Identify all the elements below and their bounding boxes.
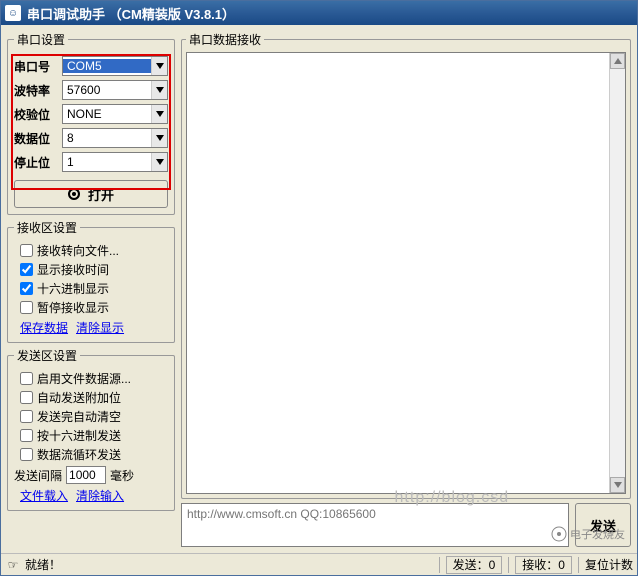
recv-settings-group: 接收区设置 接收转向文件... 显示接收时间 十六进制显示 暂停接收显示 xyxy=(7,219,175,343)
pause-recv-checkbox[interactable] xyxy=(20,301,33,314)
interval-unit: 毫秒 xyxy=(110,467,134,484)
main-content: 串口设置 串口号 COM5 波特率 57600 xyxy=(1,25,637,553)
send-row: 发送 xyxy=(181,503,631,547)
chevron-down-icon xyxy=(151,153,167,171)
send-settings-group: 发送区设置 启用文件数据源... 自动发送附加位 发送完自动清空 按十六进制发送 xyxy=(7,347,175,511)
port-value: COM5 xyxy=(63,59,151,73)
app-icon: ☺ xyxy=(5,5,21,21)
baud-value: 57600 xyxy=(63,83,151,97)
window-title: 串口调试助手 （CM精装版 V3.8.1） xyxy=(27,4,235,23)
send-links: 文件载入 清除输入 xyxy=(14,487,168,504)
stopbits-dropdown[interactable]: 1 xyxy=(62,152,168,172)
loop-send-label: 数据流循环发送 xyxy=(37,446,121,463)
recv-links: 保存数据 清除显示 xyxy=(14,319,168,336)
port-settings-group: 串口设置 串口号 COM5 波特率 57600 xyxy=(7,31,175,215)
hand-icon: ☞ xyxy=(5,557,21,573)
file-src-checkbox[interactable] xyxy=(20,372,33,385)
hex-display-checkbox[interactable] xyxy=(20,282,33,295)
recv-area-legend: 串口数据接收 xyxy=(186,31,264,48)
auto-append-checkbox[interactable] xyxy=(20,391,33,404)
status-bar: ☞ 就绪！ 发送： 0 接收： 0 复位计数 xyxy=(1,553,637,575)
left-panel: 串口设置 串口号 COM5 波特率 57600 xyxy=(7,31,175,547)
port-settings-legend: 串口设置 xyxy=(14,31,68,48)
recv-label: 接收： xyxy=(522,556,558,573)
file-src-label: 启用文件数据源... xyxy=(37,370,131,387)
interval-row: 发送间隔 毫秒 xyxy=(14,466,168,484)
open-button[interactable]: 打开 xyxy=(14,180,168,208)
baud-row: 波特率 57600 xyxy=(14,80,168,100)
send-button-label: 发送 xyxy=(590,519,616,534)
interval-label: 发送间隔 xyxy=(14,467,62,484)
chevron-down-icon xyxy=(151,105,167,123)
databits-dropdown[interactable]: 8 xyxy=(62,128,168,148)
hex-send-row: 按十六进制发送 xyxy=(14,427,168,444)
send-settings-legend: 发送区设置 xyxy=(14,347,80,364)
port-row: 串口号 COM5 xyxy=(14,56,168,76)
pause-recv-row: 暂停接收显示 xyxy=(14,299,168,316)
open-button-label: 打开 xyxy=(88,185,114,204)
recv-status: 接收： 0 xyxy=(515,556,572,574)
pause-recv-label: 暂停接收显示 xyxy=(37,299,109,316)
recv-value: 0 xyxy=(558,558,565,572)
baud-label: 波特率 xyxy=(14,82,58,99)
scroll-down-icon[interactable] xyxy=(610,477,625,493)
auto-clear-label: 发送完自动清空 xyxy=(37,408,121,425)
sent-label: 发送： xyxy=(453,556,489,573)
sent-value: 0 xyxy=(489,558,496,572)
chevron-down-icon xyxy=(151,57,167,75)
file-src-row: 启用文件数据源... xyxy=(14,370,168,387)
file-load-link[interactable]: 文件载入 xyxy=(20,487,68,504)
right-panel: 串口数据接收 发送 http://blog.csd xyxy=(181,31,631,547)
port-label: 串口号 xyxy=(14,58,58,75)
chevron-down-icon xyxy=(151,129,167,147)
baud-dropdown[interactable]: 57600 xyxy=(62,80,168,100)
clear-display-link[interactable]: 清除显示 xyxy=(76,319,124,336)
status-dot-icon xyxy=(68,188,80,200)
recv-area: 串口数据接收 xyxy=(181,31,631,499)
hex-display-row: 十六进制显示 xyxy=(14,280,168,297)
scroll-up-icon[interactable] xyxy=(610,53,625,69)
reset-counter-link[interactable]: 复位计数 xyxy=(585,556,633,573)
vertical-scrollbar[interactable] xyxy=(609,53,625,493)
send-button[interactable]: 发送 xyxy=(575,503,631,547)
hex-send-checkbox[interactable] xyxy=(20,429,33,442)
recv-textbox[interactable] xyxy=(186,52,626,494)
parity-row: 校验位 NONE xyxy=(14,104,168,124)
parity-value: NONE xyxy=(63,107,151,121)
send-textbox[interactable] xyxy=(181,503,569,547)
show-time-row: 显示接收时间 xyxy=(14,261,168,278)
recv-to-file-checkbox[interactable] xyxy=(20,244,33,257)
auto-clear-checkbox[interactable] xyxy=(20,410,33,423)
databits-value: 8 xyxy=(63,131,151,145)
chevron-down-icon xyxy=(151,81,167,99)
recv-settings-legend: 接收区设置 xyxy=(14,219,80,236)
loop-send-row: 数据流循环发送 xyxy=(14,446,168,463)
app-window: ☺ 串口调试助手 （CM精装版 V3.8.1） 串口设置 串口号 COM5 波特… xyxy=(0,0,638,576)
show-time-checkbox[interactable] xyxy=(20,263,33,276)
auto-clear-row: 发送完自动清空 xyxy=(14,408,168,425)
recv-to-file-row: 接收转向文件... xyxy=(14,242,168,259)
databits-label: 数据位 xyxy=(14,130,58,147)
stopbits-value: 1 xyxy=(63,155,151,169)
stopbits-row: 停止位 1 xyxy=(14,152,168,172)
loop-send-checkbox[interactable] xyxy=(20,448,33,461)
sent-status: 发送： 0 xyxy=(446,556,503,574)
auto-append-label: 自动发送附加位 xyxy=(37,389,121,406)
auto-append-row: 自动发送附加位 xyxy=(14,389,168,406)
save-data-link[interactable]: 保存数据 xyxy=(20,319,68,336)
recv-to-file-label: 接收转向文件... xyxy=(37,242,119,259)
hex-send-label: 按十六进制发送 xyxy=(37,427,121,444)
show-time-label: 显示接收时间 xyxy=(37,261,109,278)
recv-area-group: 串口数据接收 xyxy=(181,31,631,499)
parity-dropdown[interactable]: NONE xyxy=(62,104,168,124)
clear-input-link[interactable]: 清除输入 xyxy=(76,487,124,504)
parity-label: 校验位 xyxy=(14,106,58,123)
hex-display-label: 十六进制显示 xyxy=(37,280,109,297)
databits-row: 数据位 8 xyxy=(14,128,168,148)
port-dropdown[interactable]: COM5 xyxy=(62,56,168,76)
titlebar[interactable]: ☺ 串口调试助手 （CM精装版 V3.8.1） xyxy=(1,1,637,25)
stopbits-label: 停止位 xyxy=(14,154,58,171)
status-ready: 就绪！ xyxy=(25,556,61,573)
interval-input[interactable] xyxy=(66,466,106,484)
